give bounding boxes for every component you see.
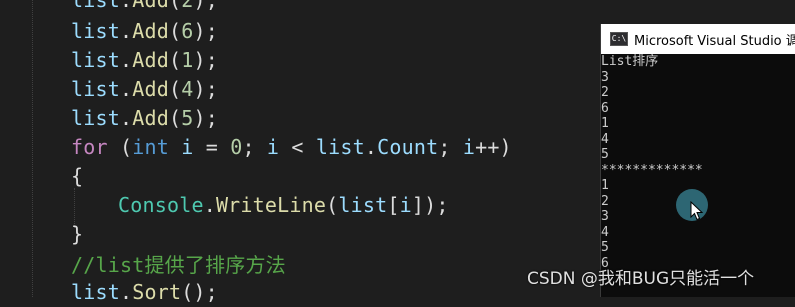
token-punct: ( <box>168 19 182 43</box>
code-line-add-2[interactable]: list.Add(2); <box>71 0 218 15</box>
console-line: 2 <box>601 85 609 100</box>
token-method: WriteLine <box>215 193 327 217</box>
token-punct: . <box>364 135 378 159</box>
token-operator: = <box>193 135 231 159</box>
console-titlebar[interactable]: C:\ Microsoft Visual Studio 调试控制台 <box>601 24 795 54</box>
indent-guide <box>32 0 33 297</box>
token-method: Add <box>132 48 169 72</box>
token-punct: ); <box>193 19 218 43</box>
token-brace: } <box>71 222 84 246</box>
token-punct: [ <box>387 193 400 217</box>
token-method: Add <box>132 19 169 43</box>
token-operator: < <box>279 135 316 159</box>
token-punct: . <box>203 193 216 217</box>
token-identifier: i <box>266 135 280 159</box>
code-editor[interactable]: list.Add(2); list.Add(6); list.Add(1); l… <box>0 0 600 304</box>
console-line: 5 <box>601 147 609 162</box>
console-line: 4 <box>601 224 609 240</box>
debug-console-window[interactable]: C:\ Microsoft Visual Studio 调试控制台 List排序… <box>600 24 795 297</box>
token-punct: . <box>119 19 133 43</box>
token-punct: ( <box>168 48 182 72</box>
token-punct: . <box>119 280 133 304</box>
code-line-add-1[interactable]: list.Add(1); <box>71 46 218 75</box>
console-line: 4 <box>601 131 609 147</box>
token-punct: (); <box>181 280 218 304</box>
token-number: 0 <box>230 135 243 159</box>
token-identifier: i <box>181 135 194 159</box>
console-line: 3 <box>601 69 609 85</box>
token-punct: . <box>119 48 133 72</box>
token-identifier: list <box>71 19 120 43</box>
token-comment: //list提供了排序方法 <box>71 253 286 277</box>
token-punct: . <box>119 106 133 130</box>
code-line-add-5[interactable]: list.Add(5); <box>71 104 218 133</box>
code-line-add-6[interactable]: list.Add(6); <box>71 17 218 46</box>
token-identifier: list <box>71 48 120 72</box>
token-number: 5 <box>181 106 194 130</box>
token-brace: { <box>71 164 84 188</box>
code-line-add-4[interactable]: list.Add(4); <box>71 75 218 104</box>
token-number: 6 <box>181 19 194 43</box>
token-number: 4 <box>181 77 194 101</box>
token-method: Add <box>132 77 169 101</box>
code-line-sort[interactable]: list.Sort(); <box>71 278 218 307</box>
console-line: List排序 <box>601 54 659 69</box>
console-output[interactable]: List排序 3 2 6 1 4 5 ************* 1 2 3 4… <box>601 54 795 297</box>
token-punct: . <box>119 0 133 12</box>
token-method: Add <box>132 0 169 12</box>
token-identifier: list <box>71 106 120 130</box>
token-punct: ); <box>193 106 218 130</box>
code-line-comment[interactable]: //list提供了排序方法 <box>71 251 286 280</box>
token-punct: ); <box>193 48 218 72</box>
token-punct: ( <box>107 135 133 159</box>
token-punct: ] <box>411 193 425 217</box>
console-line: 5 <box>601 240 609 255</box>
token-punct: ); <box>424 193 449 217</box>
code-line-open-brace[interactable]: { <box>71 162 83 191</box>
token-punct: ); <box>193 77 218 101</box>
code-line-console-writeline[interactable]: Console.WriteLine(list[i]); <box>118 191 449 220</box>
token-class: Console <box>118 193 204 217</box>
token-identifier: list <box>315 135 365 159</box>
token-punct: ); <box>193 0 218 12</box>
token-punct: ; <box>242 135 267 159</box>
console-line: 6 <box>601 100 609 116</box>
token-identifier: list <box>71 77 120 101</box>
token-identifier: i <box>462 135 476 159</box>
token-property: Count <box>377 135 439 159</box>
token-number: 1 <box>181 48 194 72</box>
mouse-pointer-icon <box>690 201 704 221</box>
token-punct: ( <box>168 106 182 130</box>
token-keyword: for <box>71 135 108 159</box>
console-line: 1 <box>601 116 609 131</box>
console-app-icon: C:\ <box>610 32 628 46</box>
token-punct: ( <box>326 193 339 217</box>
token-punct: ( <box>168 77 182 101</box>
token-punct: . <box>119 77 133 101</box>
console-line: ************* <box>601 162 703 178</box>
token-number: 2 <box>181 0 194 12</box>
token-method: Sort <box>132 280 182 304</box>
watermark-text: CSDN @我和BUG只能活一个 <box>527 269 755 289</box>
token-operator: ++) <box>475 135 512 159</box>
token-identifier: list <box>71 280 120 304</box>
token-identifier: i <box>399 193 412 217</box>
code-line-for-loop[interactable]: for (int i = 0; i < list.Count; i++) <box>71 133 512 162</box>
token-identifier: list <box>71 0 120 12</box>
token-identifier: list <box>338 193 388 217</box>
token-method: Add <box>132 106 169 130</box>
token-punct: ( <box>168 0 182 12</box>
code-line-close-brace[interactable]: } <box>71 220 83 249</box>
token-type-keyword: int <box>132 135 169 159</box>
token-punct: ; <box>438 135 463 159</box>
console-title: Microsoft Visual Studio 调试控制台 <box>634 33 795 49</box>
